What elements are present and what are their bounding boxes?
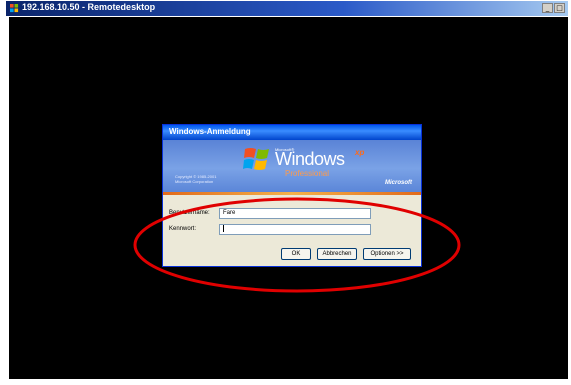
dialog-title: Windows-Anmeldung <box>169 127 251 136</box>
copyright-text: Copyright © 1985-2001 Microsoft Corporat… <box>175 174 216 184</box>
text-caret <box>223 225 224 232</box>
dialog-titlebar[interactable]: Windows-Anmeldung <box>163 125 421 140</box>
logon-dialog: Windows-Anmeldung Microsoft® Windows xp … <box>162 124 422 267</box>
microsoft-logo: Microsoft <box>385 180 412 186</box>
window-titlebar[interactable]: 192.168.10.50 - Remotedesktop _ □ <box>6 1 568 16</box>
windows-xp-banner: Microsoft® Windows xp Professional Copyr… <box>163 140 421 195</box>
maximize-button[interactable]: □ <box>554 3 565 13</box>
remote-desktop-icon <box>10 4 19 13</box>
cancel-button[interactable]: Abbrechen <box>317 248 357 260</box>
brand-edition: Professional <box>285 169 330 178</box>
options-button[interactable]: Optionen >> <box>363 248 411 260</box>
minimize-button[interactable]: _ <box>542 3 553 13</box>
password-input[interactable] <box>219 224 371 235</box>
remote-desktop-window: 192.168.10.50 - Remotedesktop _ □ Window… <box>0 0 571 385</box>
windows-flag-icon <box>243 148 269 170</box>
password-label: Kennwort: <box>169 226 197 232</box>
copyright-line: Microsoft Corporation <box>175 179 214 184</box>
brand-xp: xp <box>355 148 365 157</box>
banner-stripe <box>163 192 421 195</box>
password-row: Kennwort: <box>163 224 421 237</box>
brand-windows: Windows <box>275 149 345 169</box>
username-label: Benutzername: <box>169 210 210 216</box>
window-title: 192.168.10.50 - Remotedesktop <box>22 2 156 12</box>
username-input[interactable]: Fare <box>219 208 371 219</box>
username-row: Benutzername: Fare <box>163 208 421 221</box>
username-value: Fare <box>223 210 236 216</box>
window-controls: _ □ <box>542 3 565 13</box>
ok-button[interactable]: OK <box>281 248 311 260</box>
